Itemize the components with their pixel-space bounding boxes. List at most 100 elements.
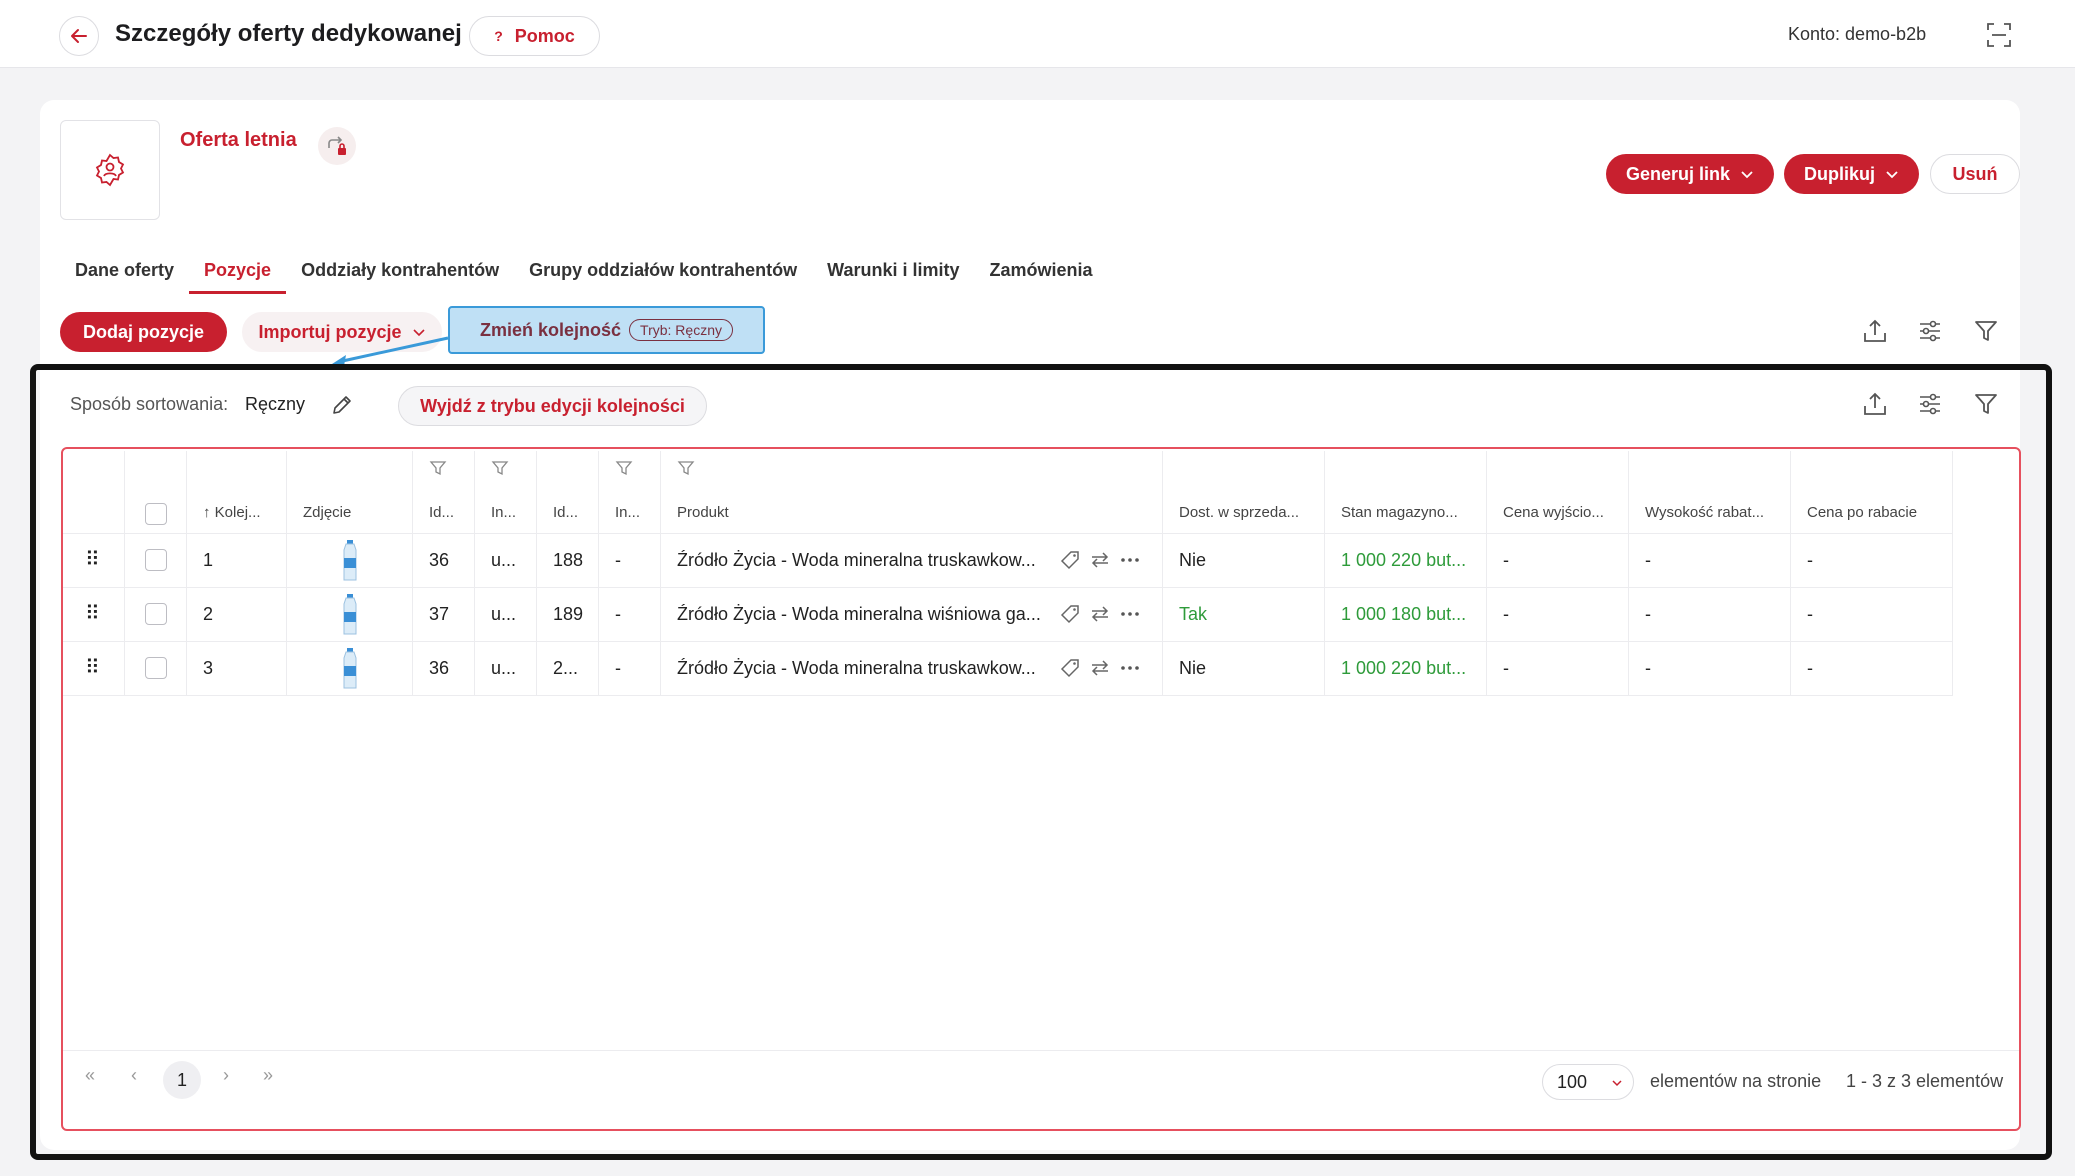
per-page-select[interactable]: 100 [1542, 1064, 1634, 1100]
cell-final-price: - [1791, 642, 1953, 695]
first-page-icon[interactable]: « [85, 1065, 95, 1086]
current-page[interactable]: 1 [163, 1061, 201, 1099]
page-title: Szczegóły oferty dedykowanej [115, 20, 462, 47]
top-bar: Szczegóły oferty dedykowanej ? Pomoc Kon… [0, 0, 2075, 68]
col-in2-header: In... [615, 504, 641, 521]
col-available: Dost. w sprzeda... [1163, 451, 1325, 534]
row-id2: 189 [553, 604, 584, 624]
arrow-left-icon [71, 29, 87, 43]
cell-id1: 36 [413, 642, 475, 695]
product-link[interactable]: Źródło Życia - Woda mineralna truskawkow… [677, 642, 1055, 695]
drag-handle-icon[interactable]: ⠿ [85, 642, 100, 695]
account-label: Konto: demo-b2b [1788, 24, 1927, 44]
next-page-icon[interactable]: › [223, 1065, 229, 1086]
tab-bar: Dane oferty Pozycje Oddziały kontrahentó… [60, 250, 1108, 294]
duplicate-button[interactable]: Duplikuj [1784, 154, 1919, 194]
duplicate-label: Duplikuj [1804, 163, 1875, 184]
row-order: 2 [203, 604, 214, 624]
col-stock: Stan magazyno... [1325, 451, 1487, 534]
badge-user-icon [95, 153, 125, 187]
exit-order-mode-button[interactable]: Wyjdź z trybu edycji kolejności [398, 386, 707, 426]
generate-link-button[interactable]: Generuj link [1606, 154, 1774, 194]
col-available-header: Dost. w sprzeda... [1179, 504, 1300, 521]
table-row[interactable]: ⠿ 3 36 u... 2... - Źródło Życia - Woda m… [63, 642, 1953, 695]
cell-id2: 188 [537, 534, 599, 587]
swap-icon[interactable] [1089, 657, 1111, 679]
cell-stock: 1 000 220 but... [1325, 642, 1487, 695]
row-final-price: - [1807, 604, 1813, 624]
range-label: 1 - 3 z 3 elementów [1846, 1071, 2004, 1091]
tag-icon[interactable] [1059, 603, 1081, 625]
change-order-button[interactable]: Zmień kolejność Tryb: Ręczny [448, 306, 765, 354]
col-order[interactable]: ↑ Kolej... [187, 451, 287, 534]
tag-icon[interactable] [1059, 657, 1081, 679]
tab-branch-groups[interactable]: Grupy oddziałów kontrahentów [514, 250, 812, 294]
row-discount: - [1645, 658, 1651, 678]
drag-handle-icon[interactable]: ⠿ [85, 588, 100, 641]
cell-final-price: - [1791, 534, 1953, 587]
cell-in1: u... [475, 588, 537, 641]
swap-icon[interactable] [1089, 603, 1111, 625]
cell-photo [287, 588, 413, 641]
row-discount: - [1645, 604, 1651, 624]
cell-discount: - [1629, 534, 1791, 587]
add-positions-button[interactable]: Dodaj pozycje [60, 312, 227, 352]
product-link[interactable]: Źródło Życia - Woda mineralna wiśniowa g… [677, 588, 1055, 641]
cell-in1: u... [475, 534, 537, 587]
share-lock-button[interactable] [318, 127, 356, 165]
col-id2-header: Id... [553, 504, 579, 521]
swap-icon[interactable] [1089, 549, 1111, 571]
cell-id1: 37 [413, 588, 475, 641]
row-available: Nie [1179, 550, 1207, 570]
row-checkbox[interactable] [145, 603, 167, 625]
more-icon[interactable] [1119, 549, 1141, 571]
fullscreen-icon[interactable] [1986, 22, 2012, 48]
filter-icon[interactable] [677, 459, 695, 477]
row-checkbox[interactable] [145, 657, 167, 679]
row-id1: 36 [429, 658, 450, 678]
row-checkbox[interactable] [145, 549, 167, 571]
settings-sliders-icon[interactable] [1917, 318, 1943, 344]
cell-discount: - [1629, 588, 1791, 641]
export-icon[interactable] [1862, 318, 1888, 344]
filter-icon[interactable] [491, 459, 509, 477]
prev-page-icon[interactable]: ‹ [131, 1065, 137, 1086]
row-id1: 36 [429, 550, 450, 570]
product-image [343, 648, 357, 689]
col-select [125, 451, 187, 534]
help-button[interactable]: ? Pomoc [469, 16, 600, 56]
tab-offer-data[interactable]: Dane oferty [60, 250, 189, 294]
filter-icon[interactable] [615, 459, 633, 477]
product-link[interactable]: Źródło Życia - Woda mineralna truskawkow… [677, 534, 1055, 587]
last-page-icon[interactable]: » [263, 1065, 273, 1086]
tab-branches[interactable]: Oddziały kontrahentów [286, 250, 514, 294]
more-icon[interactable] [1119, 657, 1141, 679]
cell-select [125, 588, 187, 641]
export-icon[interactable] [1862, 391, 1888, 417]
back-button[interactable] [59, 16, 99, 56]
tag-icon[interactable] [1059, 549, 1081, 571]
col-order-label: Kolej... [214, 504, 261, 521]
row-stock: 1 000 180 but... [1341, 604, 1467, 624]
filter-icon[interactable] [1973, 391, 1999, 417]
more-icon[interactable] [1119, 603, 1141, 625]
tab-orders[interactable]: Zamówienia [974, 250, 1107, 294]
drag-handle-icon[interactable]: ⠿ [85, 534, 100, 587]
cell-drag: ⠿ [63, 588, 125, 641]
row-order: 1 [203, 550, 214, 570]
table-row[interactable]: ⠿ 2 37 u... 189 - Źródło Życia - Woda mi… [63, 588, 1953, 641]
col-discount: Wysokość rabat... [1629, 451, 1791, 534]
table-row[interactable]: ⠿ 1 36 u... 188 - Źródło Życia - Woda mi… [63, 534, 1953, 587]
pencil-icon[interactable] [330, 393, 354, 417]
cell-in1: u... [475, 642, 537, 695]
col-product: Produkt [661, 451, 1163, 534]
cell-stock: 1 000 180 but... [1325, 588, 1487, 641]
settings-sliders-icon[interactable] [1917, 391, 1943, 417]
col-in1-header: In... [491, 504, 517, 521]
tab-positions[interactable]: Pozycje [189, 250, 287, 294]
filter-icon[interactable] [429, 459, 447, 477]
delete-button[interactable]: Usuń [1930, 154, 2020, 194]
filter-icon[interactable] [1973, 318, 1999, 344]
tab-conditions[interactable]: Warunki i limity [812, 250, 974, 294]
select-all-checkbox[interactable] [145, 503, 167, 525]
